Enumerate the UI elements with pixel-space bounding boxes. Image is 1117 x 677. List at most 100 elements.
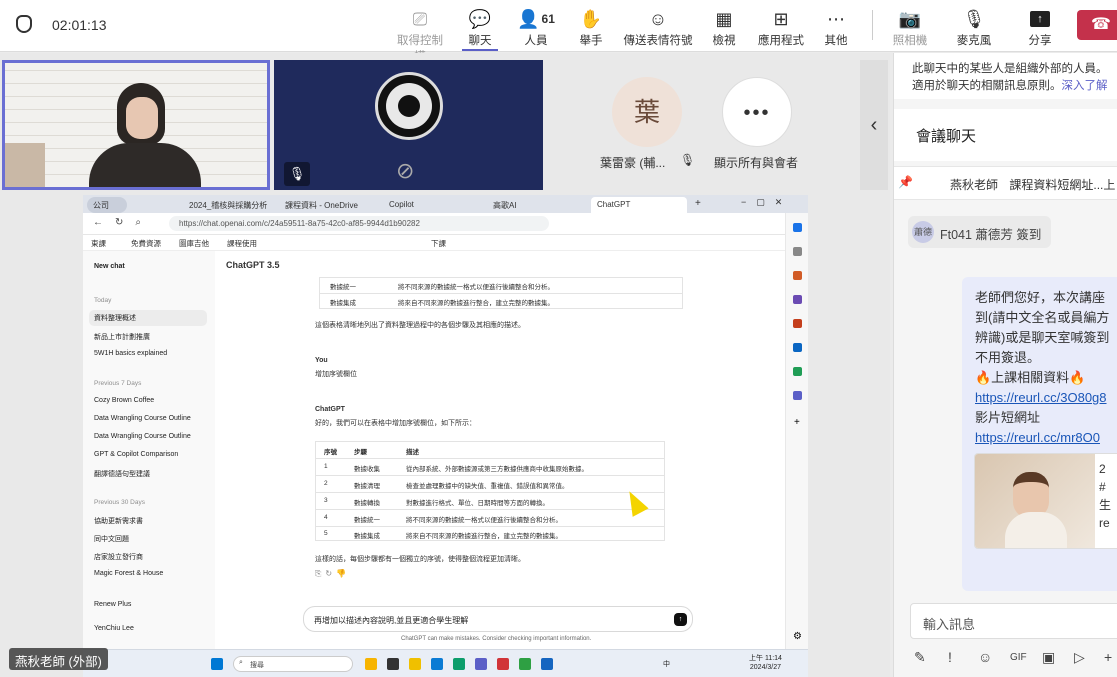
outlook-icon[interactable] [793,343,802,352]
browser-tab-active[interactable]: ChatGPT [591,197,687,213]
table-cell: 數據集成 [354,533,380,540]
profile-chip[interactable]: 公司 [87,197,127,213]
teams-icon[interactable] [475,658,487,670]
new-tab-icon[interactable]: + [695,198,701,209]
people-count: 61 [541,12,555,26]
powerpoint-icon[interactable] [497,658,509,670]
learn-more-link[interactable]: 深入了解 [1062,80,1108,92]
conversation-item[interactable]: 資料整理概述 [94,313,136,323]
shopping-icon[interactable] [793,271,802,280]
take-control-button[interactable]: ⎚ 取得控制權 [392,6,448,64]
raise-hand-button[interactable]: ✋ 舉手 [574,6,608,50]
windows-start-icon[interactable] [211,658,223,670]
chat-compose-input[interactable]: 輸入訊息 [910,603,1117,639]
link-preview-card[interactable]: 2 # 生 re [974,453,1117,549]
taskbar-app-icon[interactable] [431,658,443,670]
conversation-item[interactable]: Data Wrangling Course Outline [94,415,191,422]
tools-icon[interactable] [793,295,802,304]
browser-tab[interactable]: 高歌AI [487,197,577,213]
conversation-item[interactable]: GPT & Copilot Comparison [94,451,178,458]
gif-icon[interactable]: GIF [1010,652,1027,663]
camera-off-icon: 📷 [898,8,922,29]
pinned-message[interactable]: 📌 燕秋老師 課程資料短網址...上 [894,166,1117,200]
search-icon[interactable] [793,247,802,256]
send-icon[interactable]: ↑ [674,613,687,626]
presenter-face [126,97,158,139]
edge-icon[interactable] [453,658,465,670]
participant-avatar[interactable]: 葉 [612,77,682,147]
window-controls[interactable]: −▢✕ [741,197,792,208]
loop-icon[interactable]: ▷ [1074,649,1085,666]
bookmark[interactable]: 課程使用 [227,238,257,249]
sticker-icon[interactable]: ▣ [1042,649,1055,666]
conversation-item[interactable]: 協助更新需求書 [94,516,143,526]
conversation-item[interactable]: 店家設立發行商 [94,552,143,562]
avatar: 蕭德 [912,221,934,243]
conversation-item[interactable]: 翻譯德語句型建議 [94,469,150,479]
nav-buttons[interactable]: ←↻⌕ [93,217,153,228]
show-all-participants-button[interactable]: ••• [722,77,792,147]
bookmark[interactable]: 下課 [431,238,446,249]
model-selector[interactable]: ChatGPT 3.5 [226,260,280,270]
leave-button[interactable]: ☎ [1077,10,1117,40]
conversation-item[interactable]: Magic Forest & House [94,570,163,577]
table-cell: 2 [324,480,328,487]
bookmark[interactable]: 東課 [91,238,106,249]
message-actions[interactable]: ⎘↻👎 [315,569,350,579]
bookmark[interactable]: 圖庫吉他 [179,238,209,249]
video-label: 影片短網址 [975,410,1041,425]
renew-plus-button[interactable]: Renew Plus [94,601,131,608]
share-button[interactable]: ↑ 分享 [1022,6,1058,50]
file-explorer-icon[interactable] [409,658,421,670]
camera-button[interactable]: 📷 照相機 [888,6,932,50]
more-button[interactable]: ⋯ 其他 [818,6,854,50]
chrome-icon[interactable] [519,658,531,670]
conversation-item[interactable]: 5W1H basics explained [94,350,167,357]
url-field[interactable]: https://chat.openai.com/c/24a59511-8a75-… [169,216,549,231]
conversation-item[interactable]: 新品上市計劃推廣 [94,332,150,342]
taskbar-search[interactable]: ⌕ 搜尋 [233,656,353,672]
conversation-item[interactable]: Data Wrangling Course Outline [94,433,191,440]
user-profile[interactable]: YenChiu Lee [94,625,134,632]
send-reaction-button[interactable]: ☺ 傳送表情符號 [622,6,694,50]
browser-tab[interactable]: Copilot [383,197,473,213]
teams-icon[interactable] [793,391,802,400]
office-icon[interactable] [793,319,802,328]
collapse-gallery-button[interactable]: ‹ [860,60,888,190]
emoji-icon[interactable]: ☺ [978,649,992,665]
obs-video-tile[interactable]: 🎙 ⊘ [274,60,543,190]
important-icon[interactable]: ! [948,649,952,665]
browser-tab[interactable]: 課程資料 - OneDrive [279,197,369,213]
mic-button[interactable]: 🎙 麥克風 [954,6,994,50]
taskbar-app-icon[interactable] [365,658,377,670]
people-icon: 👤 61 [517,8,555,29]
browser-tab[interactable]: 2024_稽核與採購分析... [183,197,267,213]
bookmark[interactable]: 免費資源 [131,238,161,249]
gear-icon[interactable]: ⚙ [793,631,802,642]
apps-button[interactable]: ⊞ 應用程式 [756,6,806,50]
taskbar-app-icon[interactable] [387,658,399,670]
conversation-item[interactable]: 同中文回題 [94,534,129,544]
copilot-icon[interactable] [793,223,802,232]
new-chat-button[interactable]: New chat [94,263,125,270]
conversation-item[interactable]: Cozy Brown Coffee [94,397,154,404]
chat-message-input[interactable]: 再增加以描述內容說明,並且更適合學生理解 ↑ [303,606,693,632]
add-icon[interactable]: + [794,417,800,428]
view-button[interactable]: ▦ 檢視 [706,6,742,50]
table-cell: 1 [324,463,328,470]
video-link[interactable]: https://reurl.cc/mr8O0 [975,430,1100,445]
section-label: Previous 7 Days [94,380,142,387]
send-icon[interactable] [793,367,802,376]
resource-heading: 🔥上課相關資料🔥 [975,370,1086,385]
participant-name: 葉雷豪 (輔... [600,156,666,170]
ime-indicator[interactable]: 中 [663,659,670,669]
table-cell: 對數據進行格式、單位、日期時間等方面的轉換。 [406,500,549,507]
system-clock[interactable]: 上午 11:14 2024/3/27 [749,654,782,672]
resource-link[interactable]: https://reurl.cc/3O80g8 [975,390,1107,405]
chat-button[interactable]: 💬 聊天 [462,6,498,51]
add-icon[interactable]: + [1104,649,1112,665]
people-button[interactable]: 👤 61 人員 [512,6,560,50]
taskbar-app-icon[interactable] [541,658,553,670]
presenter-video-tile[interactable] [2,60,270,190]
format-icon[interactable]: ✎ [914,649,926,666]
